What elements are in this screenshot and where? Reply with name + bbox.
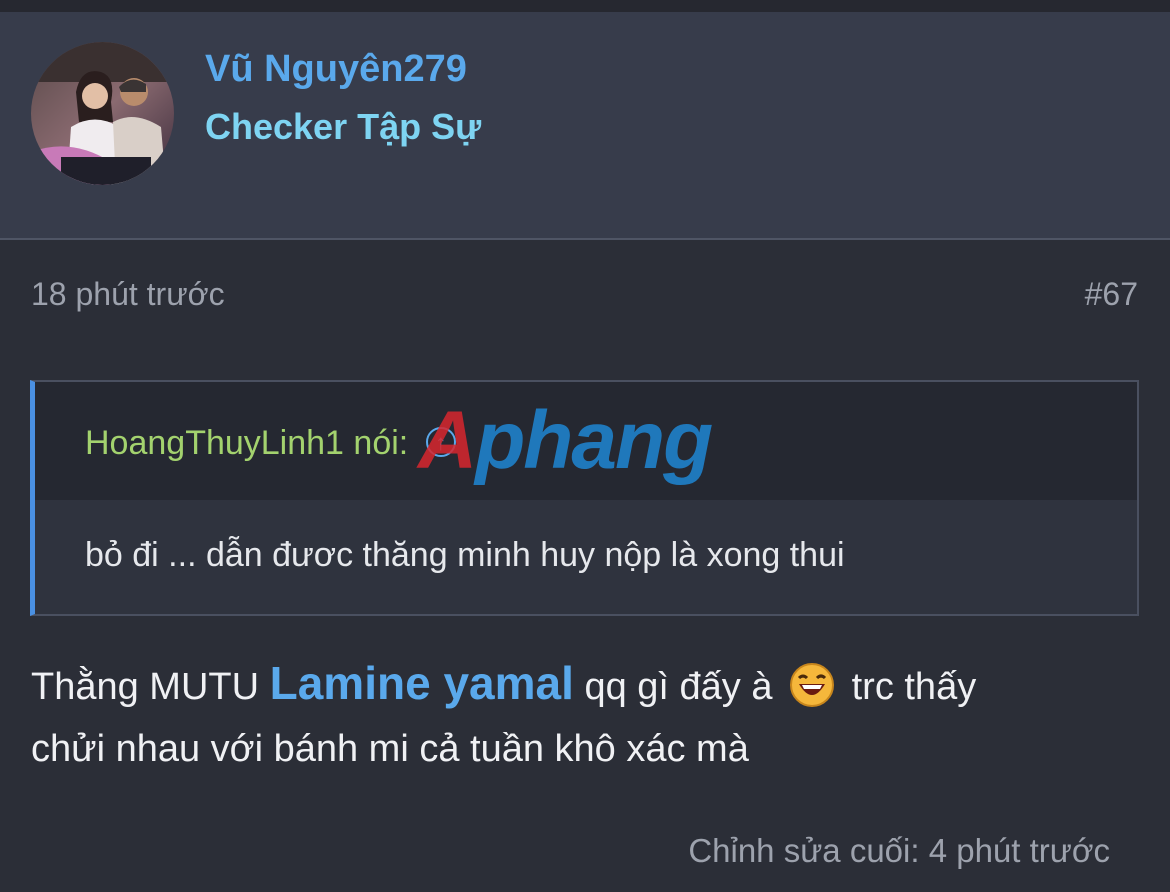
avatar[interactable] (31, 42, 174, 185)
message-text-4: chửi nhau với bánh mi cả tuần khô xác mà (31, 728, 749, 770)
message-text-2: qq gì đấy à (573, 666, 784, 708)
post-timestamp[interactable]: 18 phút trước (31, 276, 225, 313)
username[interactable]: Vũ Nguyên279 (205, 48, 467, 91)
quote-said-label: nói: (353, 424, 409, 462)
last-edited: Chỉnh sửa cuối: 4 phút trước (688, 832, 1110, 869)
watermark-logo: Aphang (418, 395, 713, 486)
quote-author[interactable]: HoangThuyLinh1 (85, 424, 344, 462)
quote-attribution: HoangThuyLinh1 nói: ↑ (85, 424, 456, 463)
mention-link[interactable]: Lamine yamal (270, 657, 574, 709)
quote-body: bỏ đi ... dẫn đươc thăng minh huy nộp là… (85, 536, 845, 574)
user-title: Checker Tập Sự (205, 106, 482, 147)
user-card: Vũ Nguyên279 Checker Tập Sự (0, 12, 1170, 240)
thread-post: Vũ Nguyên279 Checker Tập Sự 18 phút trướ… (0, 0, 1170, 892)
avatar-photo (31, 42, 174, 185)
laughing-emoji-icon (789, 662, 835, 708)
post-number[interactable]: #67 (1085, 276, 1138, 313)
top-divider (0, 0, 1170, 12)
post-message: Thằng MUTU Lamine yamal qq gì đấy à trc … (31, 652, 1131, 780)
message-text-3: trc thấy (841, 666, 977, 708)
message-text-1: Thằng MUTU (31, 666, 270, 708)
